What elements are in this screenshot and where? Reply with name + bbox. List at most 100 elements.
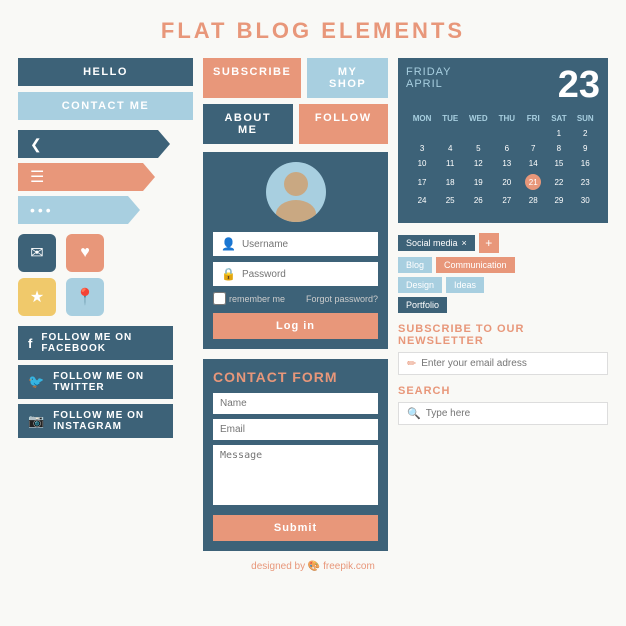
portfolio-tag[interactable]: Portfolio xyxy=(398,297,447,313)
calendar-day-cell[interactable]: 5 xyxy=(464,142,492,155)
calendar-day-cell[interactable]: 25 xyxy=(438,194,462,207)
remove-tag-icon[interactable]: × xyxy=(462,238,467,248)
calendar-day: FRIDAY xyxy=(406,66,452,78)
calendar-day-cell[interactable]: 26 xyxy=(464,194,492,207)
calendar-day-cell[interactable]: 16 xyxy=(573,157,598,170)
remember-checkbox[interactable] xyxy=(213,292,226,305)
instagram-button[interactable]: 📷 FOLLOW ME ON INSTAGRAM xyxy=(18,404,173,438)
search-input-row[interactable]: 🔍 xyxy=(398,402,608,425)
username-input[interactable] xyxy=(242,239,370,250)
calendar-day-cell[interactable]: 7 xyxy=(521,142,545,155)
add-tag-button[interactable]: + xyxy=(479,233,499,253)
hello-button[interactable]: HELLO xyxy=(18,58,193,86)
submit-button[interactable]: Submit xyxy=(213,515,378,541)
contact-message-input[interactable] xyxy=(213,445,378,505)
tags-row: Social media × + xyxy=(398,233,608,253)
design-tag[interactable]: Design xyxy=(398,277,442,293)
nav-row-1: HELLO xyxy=(18,58,193,86)
username-field[interactable]: 👤 xyxy=(213,232,378,256)
calendar-day-cell[interactable]: 8 xyxy=(547,142,570,155)
password-input[interactable] xyxy=(242,269,370,280)
page-title: FLAT BLOG ELEMENTS xyxy=(0,0,626,58)
remember-me-label[interactable]: remember me xyxy=(213,292,285,305)
communication-tag[interactable]: Communication xyxy=(436,257,515,273)
calendar-month: APRIL xyxy=(406,78,452,90)
calendar-day-cell xyxy=(521,209,545,213)
instagram-label: FOLLOW ME ON INSTAGRAM xyxy=(53,410,163,432)
calendar-day-cell[interactable]: 29 xyxy=(547,194,570,207)
middle-column: SUBSCRIBE MY SHOP ABOUT ME FOLLOW 👤 xyxy=(203,58,388,551)
calendar-day-cell[interactable]: 3 xyxy=(408,142,436,155)
contact-email-input[interactable] xyxy=(213,419,378,440)
calendar-day-cell[interactable]: 20 xyxy=(494,172,519,192)
calendar-day-cell xyxy=(547,209,570,213)
calendar-day-cell[interactable]: 18 xyxy=(438,172,462,192)
calendar-day-cell[interactable]: 11 xyxy=(438,157,462,170)
calendar-day-cell[interactable]: 1 xyxy=(547,127,570,140)
share-ribbon[interactable]: ❮ xyxy=(18,130,158,158)
calendar-day-cell[interactable]: 12 xyxy=(464,157,492,170)
pin-icon-box[interactable]: 📍 xyxy=(66,278,104,316)
dots-ribbon[interactable]: ••• xyxy=(18,196,128,224)
heart-icon-box[interactable]: ♥ xyxy=(66,234,104,272)
forgot-password-link[interactable]: Forgot password? xyxy=(306,294,378,304)
calendar-day-cell[interactable]: 17 xyxy=(408,172,436,192)
contact-name-input[interactable] xyxy=(213,393,378,414)
cal-header-mon: MON xyxy=(408,112,436,125)
star-icon-box[interactable]: ★ xyxy=(18,278,56,316)
facebook-icon: f xyxy=(28,336,33,351)
avatar-svg xyxy=(266,162,326,222)
blog-tag[interactable]: Blog xyxy=(398,257,432,273)
login-button[interactable]: Log in xyxy=(213,313,378,339)
calendar-date: 23 xyxy=(558,66,600,104)
twitter-button[interactable]: 🐦 FOLLOW ME ON TWITTER xyxy=(18,365,173,399)
calendar-day-cell[interactable]: 14 xyxy=(521,157,545,170)
facebook-label: FOLLOW ME ON FACEBOOK xyxy=(41,332,163,354)
follow-button[interactable]: FOLLOW xyxy=(299,104,389,144)
search-input[interactable] xyxy=(426,408,599,419)
calendar-day-cell[interactable]: 21 xyxy=(521,172,545,192)
ideas-tag[interactable]: Ideas xyxy=(446,277,484,293)
subscribe-button[interactable]: SUBSCRIBE xyxy=(203,58,301,98)
remember-row: remember me Forgot password? xyxy=(213,292,378,305)
contact-form-title: CONTACT FORM xyxy=(213,369,378,385)
contact-me-button[interactable]: CONTACT ME xyxy=(18,92,193,120)
calendar-day-cell[interactable]: 13 xyxy=(494,157,519,170)
newsletter-section: SUBSCRIBE TO OUR NEWSLETTER ✏ xyxy=(398,323,608,375)
about-me-button[interactable]: ABOUT ME xyxy=(203,104,293,144)
calendar-day-cell[interactable]: 22 xyxy=(547,172,570,192)
tags-row-4: Portfolio xyxy=(398,297,608,313)
calendar-day-cell[interactable]: 27 xyxy=(494,194,519,207)
calendar-day-cell[interactable]: 15 xyxy=(547,157,570,170)
newsletter-input[interactable] xyxy=(421,358,599,369)
tags-row-3: Design Ideas xyxy=(398,277,608,293)
newsletter-input-row[interactable]: ✏ xyxy=(398,352,608,375)
calendar-day-cell[interactable]: 24 xyxy=(408,194,436,207)
left-column: HELLO CONTACT ME ❮ ☰ ••• xyxy=(18,58,193,551)
menu-ribbon[interactable]: ☰ xyxy=(18,163,143,191)
ribbon-section: ❮ ☰ ••• xyxy=(18,130,193,224)
my-shop-button[interactable]: MY SHOP xyxy=(307,58,388,98)
calendar-day-cell xyxy=(464,209,492,213)
avatar-area xyxy=(213,162,378,222)
calendar-day-cell[interactable]: 2 xyxy=(573,127,598,140)
newsletter-title: SUBSCRIBE TO OUR NEWSLETTER xyxy=(398,323,608,347)
calendar-day-cell xyxy=(494,209,519,213)
calendar-day-cell[interactable]: 9 xyxy=(573,142,598,155)
password-field[interactable]: 🔒 xyxy=(213,262,378,286)
footer: designed by 🎨 freepik.com xyxy=(0,551,626,577)
mail-icon-box[interactable]: ✉ xyxy=(18,234,56,272)
calendar-day-cell[interactable]: 19 xyxy=(464,172,492,192)
calendar-day-cell[interactable]: 28 xyxy=(521,194,545,207)
twitter-label: FOLLOW ME ON TWITTER xyxy=(53,371,163,393)
calendar-day-cell[interactable]: 6 xyxy=(494,142,519,155)
cal-header-sat: SAT xyxy=(547,112,570,125)
facebook-button[interactable]: f FOLLOW ME ON FACEBOOK xyxy=(18,326,173,360)
lock-icon: 🔒 xyxy=(221,267,236,281)
calendar-day-cell[interactable]: 10 xyxy=(408,157,436,170)
active-tag[interactable]: Social media × xyxy=(398,235,475,251)
calendar-header: FRIDAY APRIL 23 xyxy=(406,66,600,104)
calendar-day-cell[interactable]: 30 xyxy=(573,194,598,207)
calendar-day-cell[interactable]: 23 xyxy=(573,172,598,192)
calendar-day-cell[interactable]: 4 xyxy=(438,142,462,155)
